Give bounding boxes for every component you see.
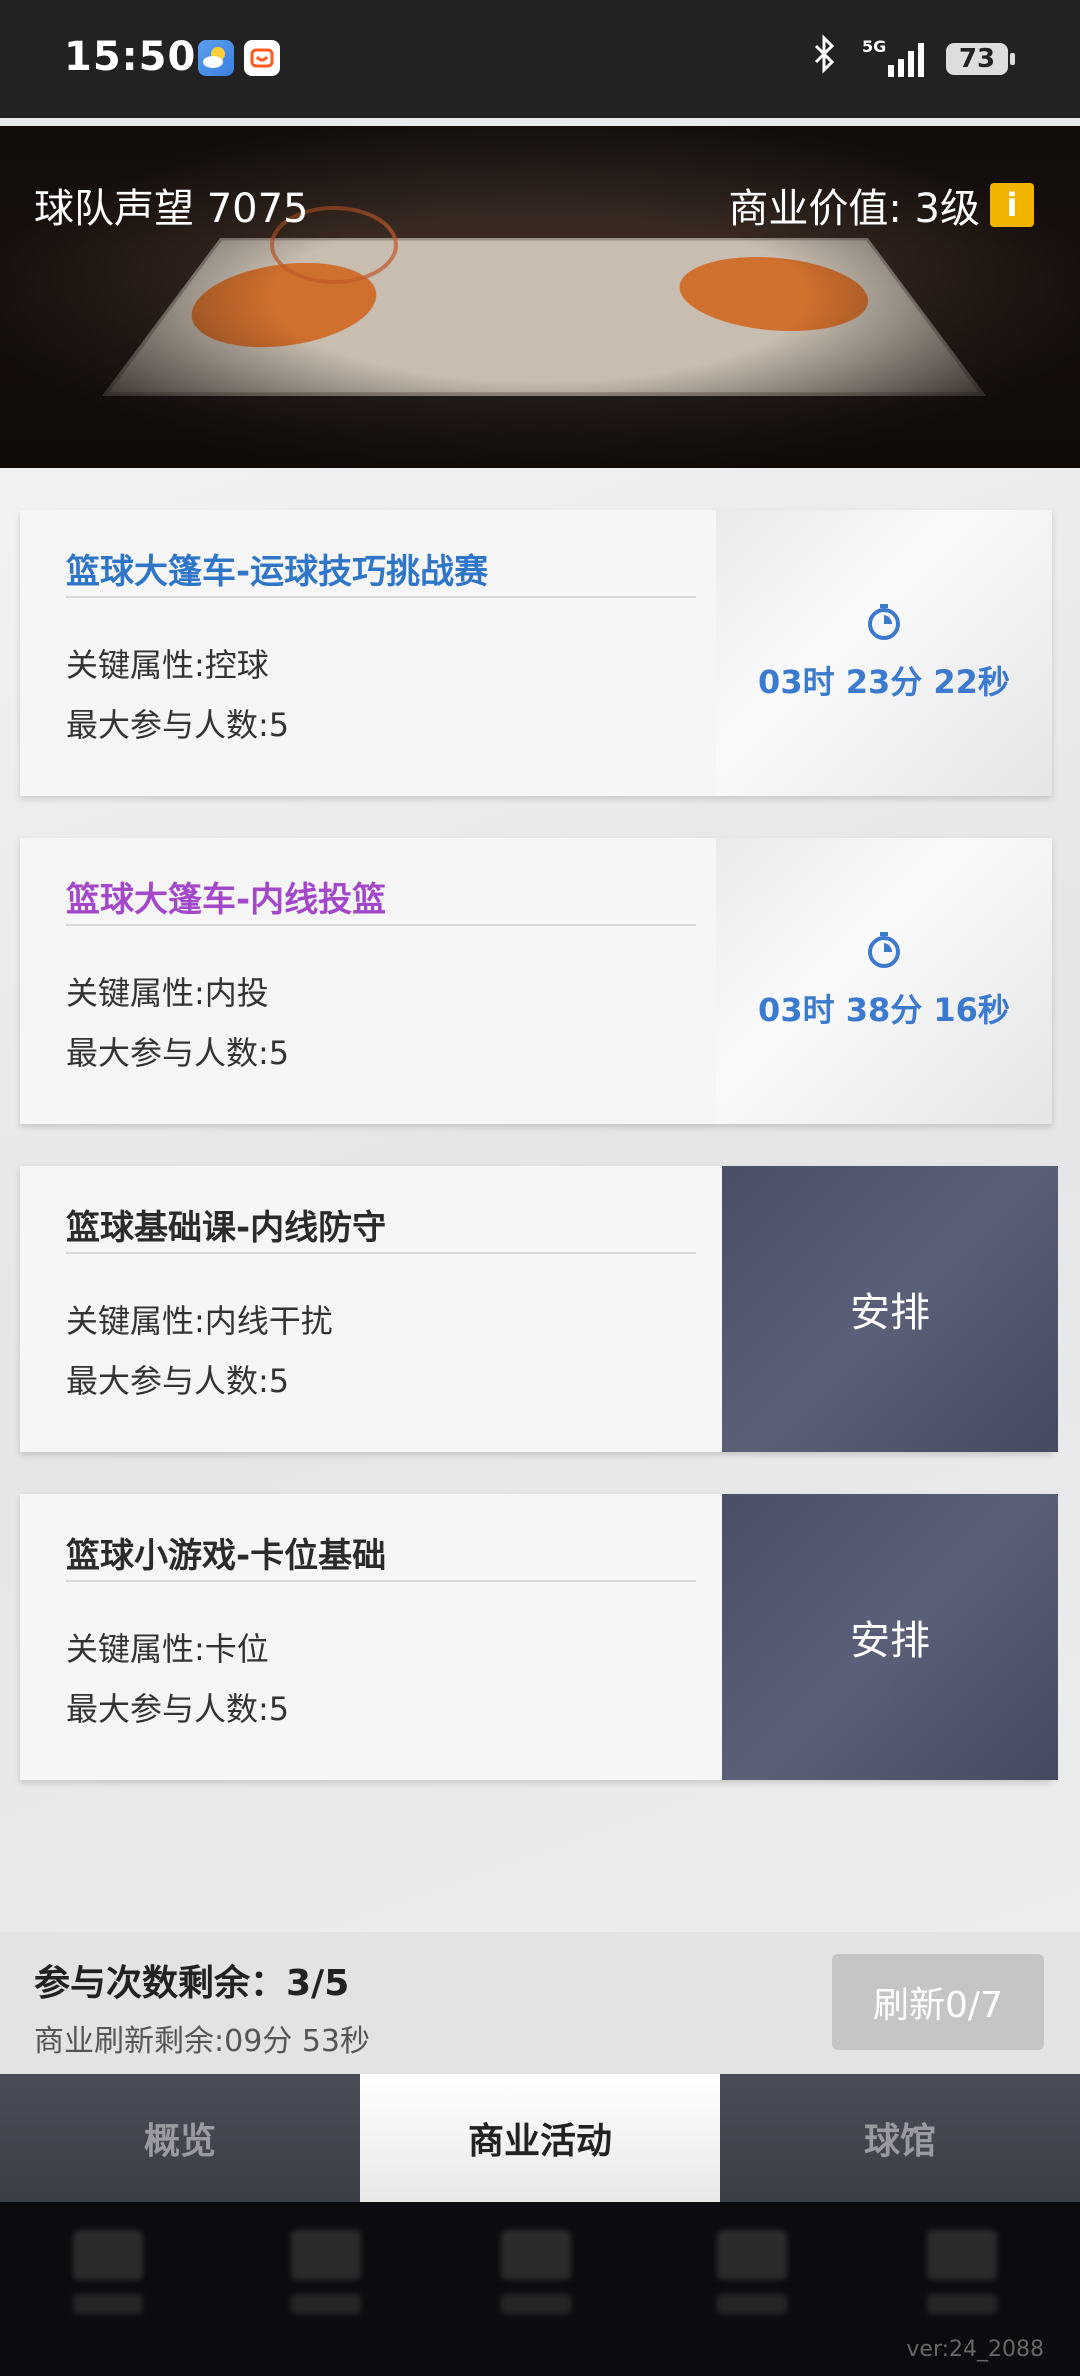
participation-remaining: 参与次数剩余：3/5 [34, 1963, 350, 2004]
activity-max-participants: 最大参与人数:5 [66, 1034, 290, 1072]
nav-item-3[interactable] [496, 2230, 576, 2340]
activity-max-participants: 最大参与人数:5 [66, 1690, 290, 1728]
activity-max-participants: 最大参与人数:5 [66, 1362, 290, 1400]
nav-item-5[interactable] [922, 2230, 1002, 2340]
activity-key-attribute: 关键属性:控球 [66, 646, 269, 684]
activity-timer: 03时 38分 16秒 [716, 838, 1052, 1124]
weather-app-icon [198, 40, 234, 76]
participation-panel: 参与次数剩余：3/5 商业刷新剩余:09分 53秒 刷新0/7 [0, 1932, 1080, 2074]
activity-key-attribute: 关键属性:内线干扰 [66, 1302, 333, 1340]
stopwatch-icon [868, 604, 900, 640]
activity-title: 篮球基础课-内线防守 [66, 1208, 387, 1248]
nav-item-2[interactable] [286, 2230, 366, 2340]
info-icon[interactable]: i [990, 183, 1034, 227]
commercial-value-label: 商业价值: 3级 [728, 186, 980, 232]
activity-max-participants: 最大参与人数:5 [66, 706, 290, 744]
bluetooth-icon [810, 34, 840, 83]
status-time: 15:50 [64, 34, 197, 80]
divider [66, 1252, 696, 1254]
activity-title: 篮球小游戏-卡位基础 [66, 1536, 387, 1576]
timer-text: 03时 23分 22秒 [758, 663, 1010, 701]
tab-arena[interactable]: 球馆 [720, 2074, 1080, 2202]
arrange-button[interactable]: 安排 [722, 1494, 1058, 1780]
divider [66, 924, 696, 926]
battery-icon: 73 [946, 42, 1015, 75]
refresh-countdown: 商业刷新剩余:09分 53秒 [34, 2024, 370, 2059]
version-label: ver:24_2088 [906, 2337, 1044, 2362]
divider [66, 596, 696, 598]
tab-commercial-activity[interactable]: 商业活动 [360, 2074, 720, 2202]
activity-title: 篮球大篷车-内线投篮 [66, 880, 387, 920]
activity-list: 篮球大篷车-运球技巧挑战赛 关键属性:控球 最大参与人数:5 03时 23分 2… [0, 468, 1080, 1932]
status-bar: 15:50 5G 73 [0, 0, 1080, 118]
activity-card: 篮球大篷车-内线投篮 关键属性:内投 最大参与人数:5 03时 38分 16秒 [20, 838, 1052, 1124]
tab-bar: 概览 商业活动 球馆 [0, 2074, 1080, 2202]
refresh-button[interactable]: 刷新0/7 [832, 1954, 1044, 2050]
activity-card: 篮球大篷车-运球技巧挑战赛 关键属性:控球 最大参与人数:5 03时 23分 2… [20, 510, 1052, 796]
commercial-value: 商业价值: 3级 i [728, 176, 1034, 234]
timer-text: 03时 38分 16秒 [758, 991, 1010, 1029]
arena-banner: 球队声望 7075 商业价值: 3级 i [0, 126, 1080, 468]
signal-icon: 5G [862, 37, 924, 77]
activity-title: 篮球大篷车-运球技巧挑战赛 [66, 552, 489, 592]
bottom-navigation: ver:24_2088 [0, 2202, 1080, 2376]
activity-key-attribute: 关键属性:内投 [66, 974, 269, 1012]
nav-item-4[interactable] [712, 2230, 792, 2340]
arrange-button[interactable]: 安排 [722, 1166, 1058, 1452]
taobao-app-icon [244, 40, 280, 76]
stopwatch-icon [868, 932, 900, 968]
tab-overview[interactable]: 概览 [0, 2074, 360, 2202]
activity-card: 篮球基础课-内线防守 关键属性:内线干扰 最大参与人数:5 安排 [20, 1166, 1058, 1452]
nav-item-1[interactable] [68, 2230, 148, 2340]
activity-timer: 03时 23分 22秒 [716, 510, 1052, 796]
divider [66, 1580, 696, 1582]
team-reputation: 球队声望 7075 [34, 186, 309, 232]
activity-card: 篮球小游戏-卡位基础 关键属性:卡位 最大参与人数:5 安排 [20, 1494, 1058, 1780]
activity-key-attribute: 关键属性:卡位 [66, 1630, 269, 1668]
